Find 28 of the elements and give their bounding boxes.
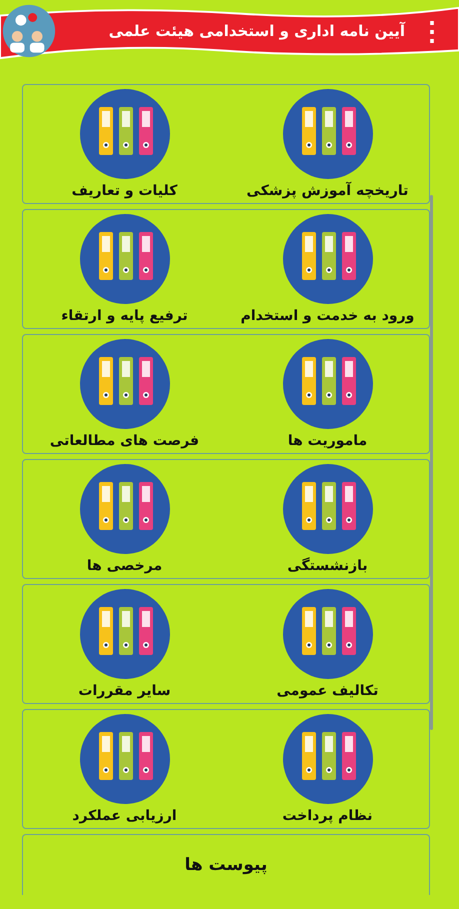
binders-icon (282, 89, 372, 179)
binders-icon (80, 589, 170, 679)
category-item[interactable]: فرصت های مطالعاتی (23, 335, 226, 453)
category-item[interactable]: کلیات و تعاریف (23, 85, 226, 203)
menu-button[interactable]: ⋮ (413, 18, 451, 44)
category-item[interactable]: ارزیابی عملکرد (23, 710, 226, 828)
app-logo-icon (2, 4, 56, 58)
category-item[interactable]: نظام پرداخت (226, 710, 429, 828)
category-item[interactable]: ورود به خدمت و استخدام (226, 210, 429, 328)
binders-icon (80, 339, 170, 429)
binders-icon (282, 589, 372, 679)
binders-icon (282, 714, 372, 804)
category-item[interactable]: بازنشستگی (226, 460, 429, 578)
category-item[interactable]: تاریخچه آموزش پزشکی (226, 85, 429, 203)
category-item[interactable]: مرخصی ها (23, 460, 226, 578)
binders-icon (80, 89, 170, 179)
category-item[interactable]: ماموریت ها (226, 335, 429, 453)
binders-icon (80, 464, 170, 554)
binders-icon (282, 464, 372, 554)
category-item[interactable]: سایر مقررات (23, 585, 226, 703)
binders-icon (80, 214, 170, 304)
binders-icon (282, 214, 372, 304)
attachments-item[interactable]: پیوست ها (22, 834, 430, 895)
app-title: آیین نامه اداری و استخدامی هیئت علمی (108, 22, 405, 40)
category-item[interactable]: تکالیف عمومی (226, 585, 429, 703)
binders-icon (282, 339, 372, 429)
category-item[interactable]: ترفیع پایه و ارتقاء (23, 210, 226, 328)
binders-icon (80, 714, 170, 804)
